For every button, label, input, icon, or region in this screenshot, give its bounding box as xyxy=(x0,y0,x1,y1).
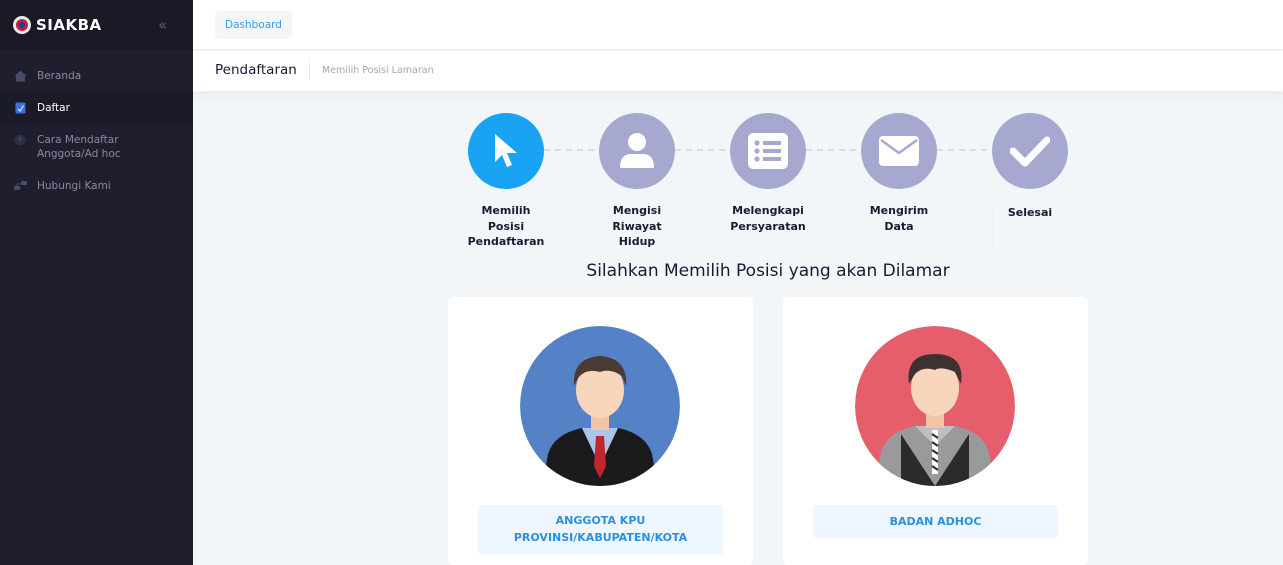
position-card-badan-adhoc[interactable]: BADAN ADHOC xyxy=(783,297,1088,565)
breadcrumb: Memilih Posisi Lamaran xyxy=(322,65,434,76)
check-icon xyxy=(1010,136,1050,167)
step-connector xyxy=(544,149,594,151)
step-label: Melengkapi Persyaratan xyxy=(730,204,806,233)
select-badan-adhoc-button[interactable]: BADAN ADHOC xyxy=(813,505,1058,538)
position-card-anggota-kpu[interactable]: ANGGOTA KPU PROVINSI/KABUPATEN/KOTA xyxy=(448,297,753,565)
page-title: Pendaftaran xyxy=(215,62,297,78)
kpu-logo-icon xyxy=(13,16,31,34)
document-edit-icon xyxy=(13,101,27,115)
step-label: Mengisi Riwayat Hidup xyxy=(612,204,662,248)
sidebar-item-label: Cara Mendaftar Anggota/Ad hoc xyxy=(37,134,121,160)
step-mengisi-riwayat[interactable]: Mengisi Riwayat Hidup xyxy=(597,113,677,250)
step-circle xyxy=(730,113,806,189)
step-circle xyxy=(468,113,544,189)
step-connector xyxy=(806,149,856,151)
step-circle xyxy=(992,113,1068,189)
chevrons-left-icon[interactable]: « xyxy=(158,16,167,34)
home-icon xyxy=(13,69,27,83)
tab-dashboard[interactable]: Dashboard xyxy=(215,11,292,39)
subheader: Pendaftaran Memilih Posisi Lamaran xyxy=(193,51,1283,91)
topbar: Dashboard xyxy=(193,0,1283,50)
sidebar-item-cara-mendaftar[interactable]: ? Cara Mendaftar Anggota/Ad hoc xyxy=(0,124,193,170)
brand-name: SIAKBA xyxy=(36,16,102,34)
envelope-icon xyxy=(879,136,919,166)
sidebar-item-label: Daftar xyxy=(37,102,70,114)
wizard-steps: Memilih Posisi Pendaftaran Mengisi Riway… xyxy=(458,113,1088,253)
question-circle-icon: ? xyxy=(13,133,27,147)
step-label: Mengirim Data xyxy=(869,204,929,233)
sidebar: SIAKBA « Beranda Daftar ? Cara Mendaftar… xyxy=(0,0,193,565)
list-icon xyxy=(748,133,788,169)
avatar-badan-adhoc xyxy=(855,326,1015,486)
avatar-anggota-kpu xyxy=(520,326,680,486)
step-selesai[interactable]: Selesai xyxy=(990,113,1070,251)
sidebar-item-daftar[interactable]: Daftar xyxy=(0,92,193,124)
section-heading: Silahkan Memilih Posisi yang akan Dilama… xyxy=(586,261,950,281)
step-circle xyxy=(599,113,675,189)
select-anggota-kpu-button[interactable]: ANGGOTA KPU PROVINSI/KABUPATEN/KOTA xyxy=(478,505,723,555)
sidebar-item-label: Hubungi Kami xyxy=(37,180,111,192)
step-label: Selesai xyxy=(992,203,1068,251)
step-label: Memilih Posisi Pendaftaran xyxy=(467,204,545,248)
subheader-divider xyxy=(309,62,310,80)
sidebar-menu: Beranda Daftar ? Cara Mendaftar Anggota/… xyxy=(0,50,193,202)
step-circle xyxy=(861,113,937,189)
user-icon xyxy=(620,133,654,168)
step-connector xyxy=(675,149,725,151)
step-mengirim-data[interactable]: Mengirim Data xyxy=(859,113,939,234)
network-icon xyxy=(13,179,27,193)
sidebar-item-beranda[interactable]: Beranda xyxy=(0,60,193,92)
sidebar-item-hubungi-kami[interactable]: Hubungi Kami xyxy=(0,170,193,202)
step-melengkapi-persyaratan[interactable]: Melengkapi Persyaratan xyxy=(728,113,808,234)
sidebar-item-label: Beranda xyxy=(37,70,82,82)
step-memilih-posisi[interactable]: Memilih Posisi Pendaftaran xyxy=(466,113,546,250)
cursor-icon xyxy=(495,134,517,167)
step-connector xyxy=(937,149,987,151)
svg-text:?: ? xyxy=(18,137,22,145)
